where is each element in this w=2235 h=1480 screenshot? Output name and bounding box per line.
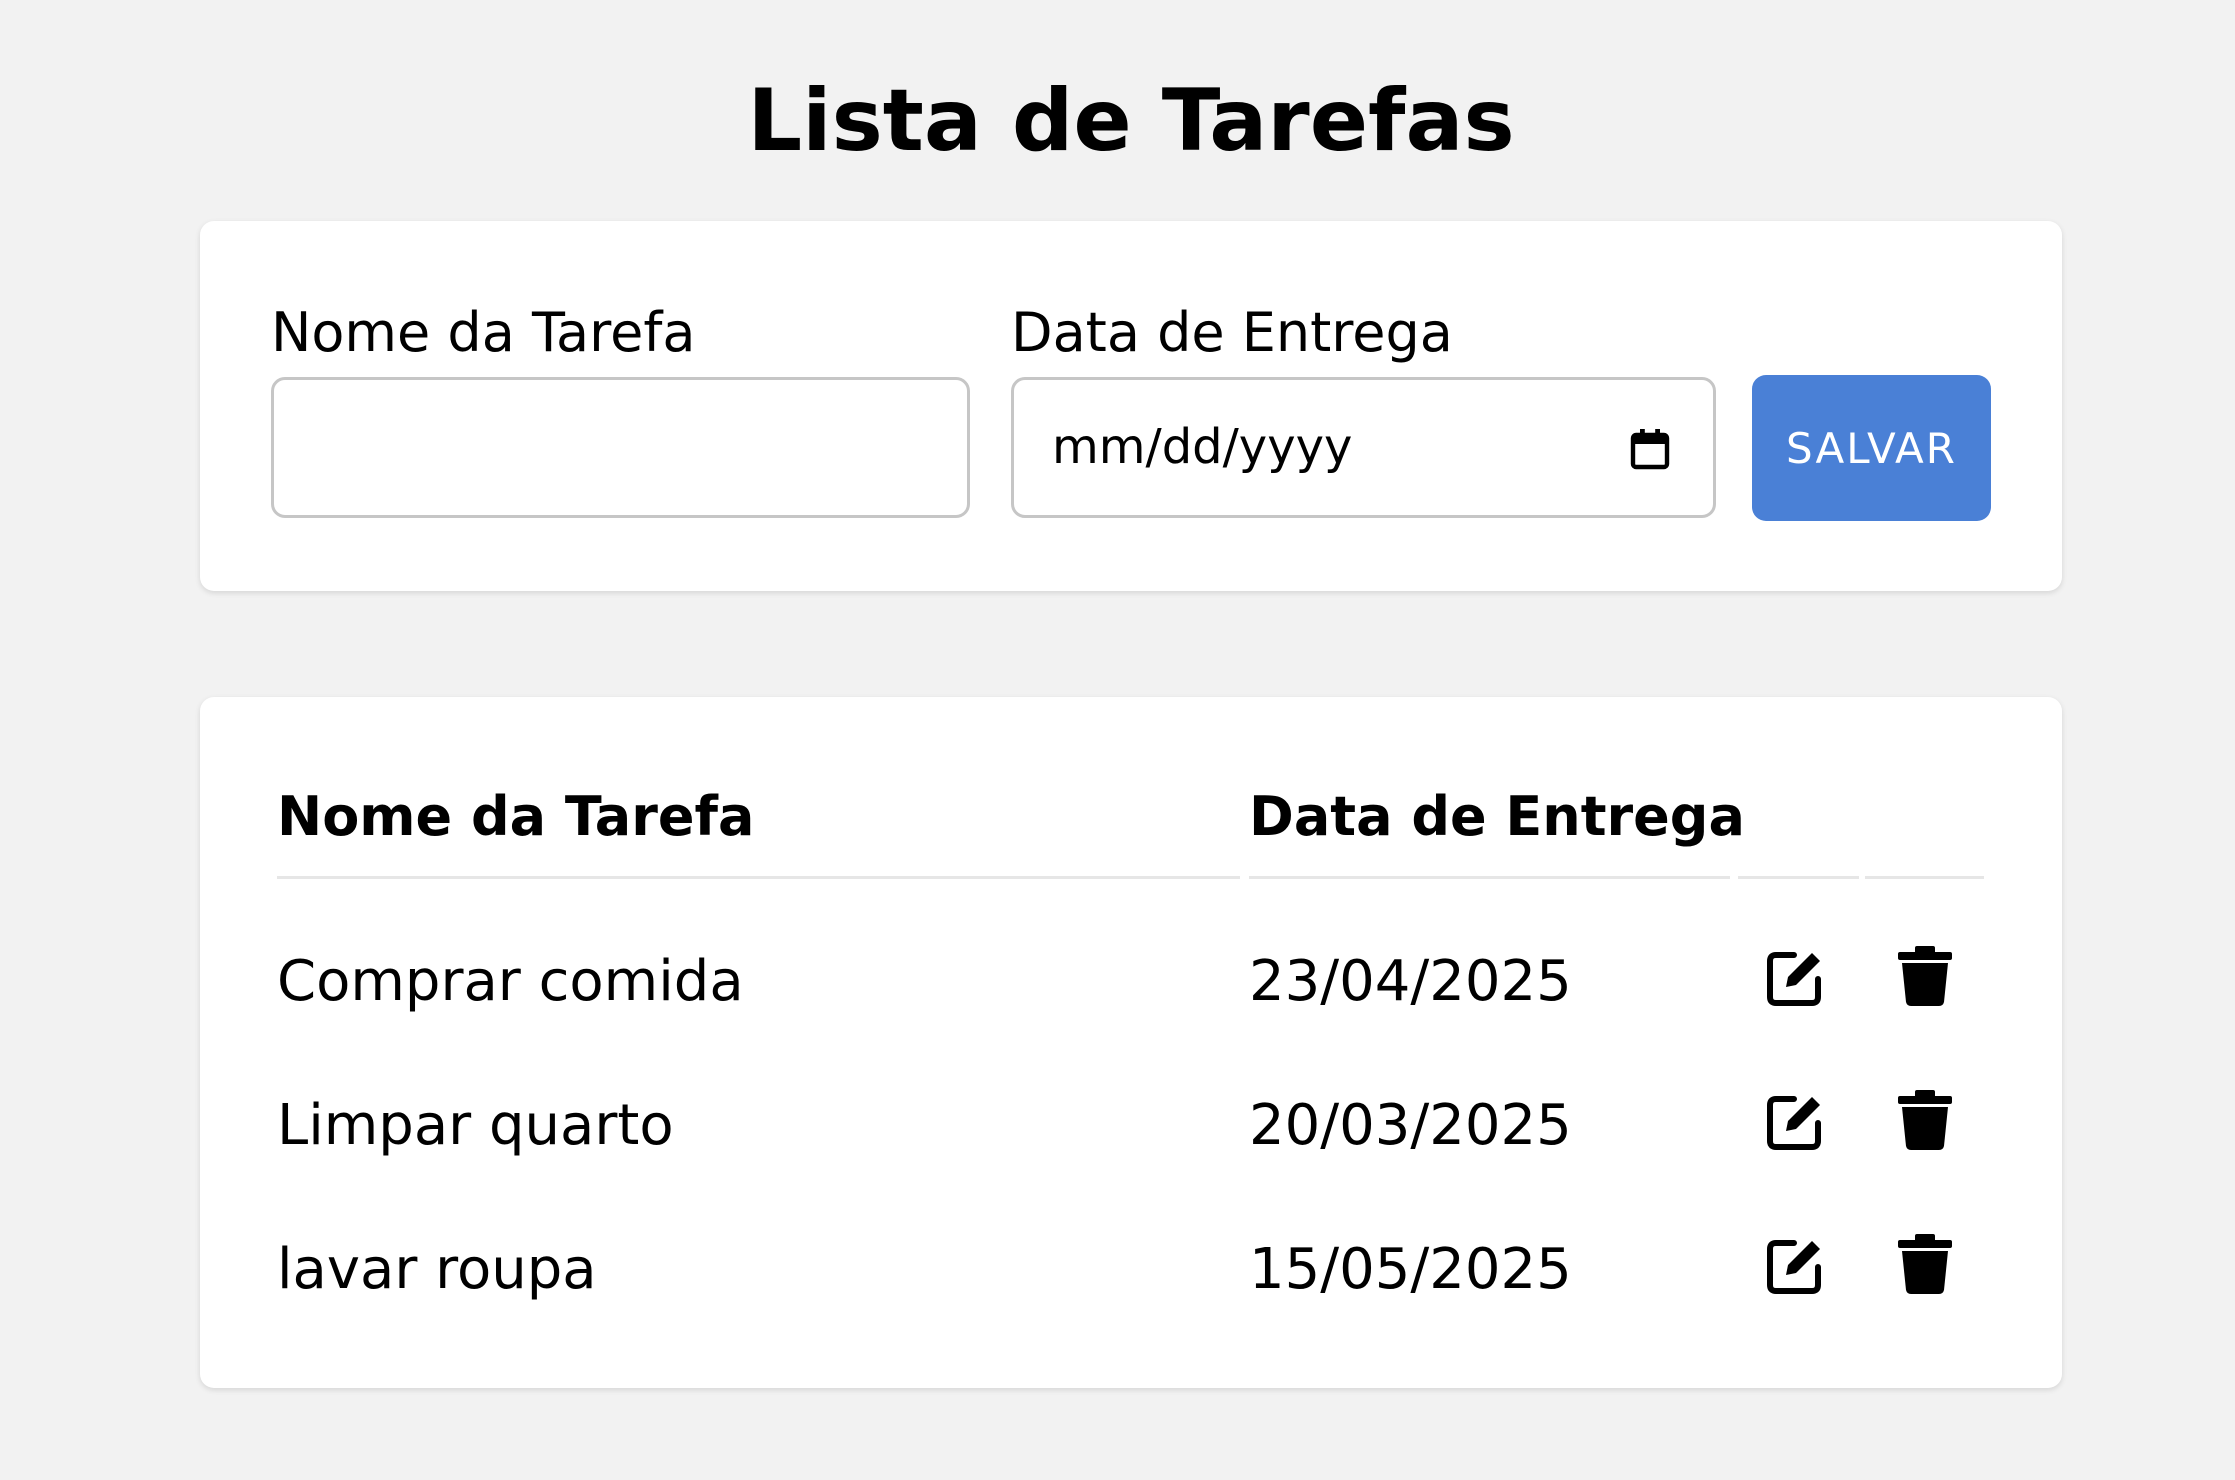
due-date-label: Data de Entrega	[1011, 301, 1453, 364]
due-date-placeholder: mm/dd/yyyy	[1052, 419, 1353, 475]
column-header-task-name: Nome da Tarefa	[277, 785, 755, 848]
task-name-cell: Limpar quarto	[277, 1093, 674, 1158]
trash-icon[interactable]	[1893, 1088, 1957, 1152]
edit-icon[interactable]	[1764, 1089, 1828, 1153]
header-divider	[1738, 876, 1859, 879]
due-date-cell: 15/05/2025	[1249, 1237, 1572, 1302]
trash-icon[interactable]	[1893, 1232, 1957, 1296]
task-name-cell: lavar roupa	[277, 1237, 597, 1302]
task-name-input[interactable]	[271, 377, 970, 518]
header-divider	[1865, 876, 1984, 879]
edit-icon[interactable]	[1764, 1233, 1828, 1297]
header-divider	[1249, 876, 1730, 879]
due-date-input[interactable]: mm/dd/yyyy	[1011, 377, 1716, 518]
edit-icon[interactable]	[1764, 945, 1828, 1009]
due-date-cell: 23/04/2025	[1249, 949, 1572, 1014]
page-title: Lista de Tarefas	[747, 71, 1515, 171]
save-button[interactable]: SALVAR	[1752, 375, 1991, 521]
due-date-cell: 20/03/2025	[1249, 1093, 1572, 1158]
trash-icon[interactable]	[1893, 944, 1957, 1008]
column-header-due-date: Data de Entrega	[1249, 785, 1745, 848]
calendar-icon[interactable]	[1630, 428, 1670, 470]
task-name-cell: Comprar comida	[277, 949, 744, 1014]
header-divider	[277, 876, 1240, 879]
task-name-label: Nome da Tarefa	[271, 301, 696, 364]
